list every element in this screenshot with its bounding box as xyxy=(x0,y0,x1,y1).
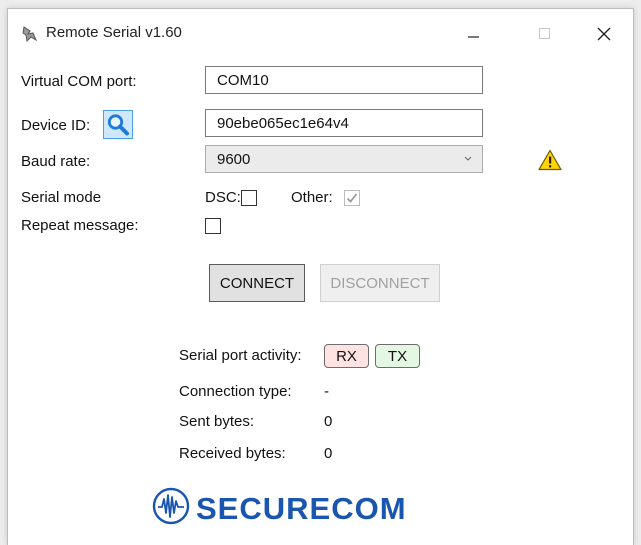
minimize-button[interactable] xyxy=(450,19,496,49)
sent-bytes-label: Sent bytes: xyxy=(179,413,255,430)
device-id-search-button[interactable] xyxy=(103,110,133,139)
maximize-icon xyxy=(539,28,550,39)
other-label: Other: xyxy=(291,189,333,206)
repeat-message-label: Repeat message: xyxy=(21,217,139,234)
rx-indicator: RX xyxy=(324,344,369,368)
search-icon xyxy=(107,114,129,136)
serial-mode-label: Serial mode xyxy=(21,189,102,206)
dsc-label: DSC: xyxy=(205,189,241,206)
close-icon xyxy=(597,27,611,41)
baud-rate-label: Baud rate: xyxy=(21,153,91,170)
received-bytes-label: Received bytes: xyxy=(179,445,286,462)
tx-indicator: TX xyxy=(375,344,420,368)
dsc-checkbox[interactable] xyxy=(241,190,257,206)
warning-icon xyxy=(538,149,562,171)
sent-bytes-value: 0 xyxy=(324,413,333,430)
connect-button[interactable]: CONNECT xyxy=(209,264,305,302)
close-button[interactable] xyxy=(581,19,627,49)
logo-text: SECURECOM xyxy=(196,491,407,526)
disconnect-button[interactable]: DISCONNECT xyxy=(320,264,440,302)
connection-type-value: - xyxy=(324,383,329,400)
securecom-logo: SECURECOM xyxy=(152,487,407,526)
app-window: Remote Serial v1.60 Virtual COM port: De… xyxy=(7,8,634,545)
virtual-com-port-label: Virtual COM port: xyxy=(21,73,137,90)
chevron-down-icon xyxy=(464,156,472,161)
baud-rate-value: 9600 xyxy=(217,151,251,168)
device-id-label: Device ID: xyxy=(21,117,91,134)
baud-rate-select[interactable]: 9600 xyxy=(205,145,483,173)
title-bar[interactable]: Remote Serial v1.60 xyxy=(8,9,633,59)
checkmark-icon xyxy=(346,193,358,203)
virtual-com-port-input[interactable] xyxy=(205,66,483,94)
repeat-message-checkbox[interactable] xyxy=(205,218,221,234)
connection-type-label: Connection type: xyxy=(179,383,292,400)
received-bytes-value: 0 xyxy=(324,445,333,462)
other-checkbox[interactable] xyxy=(344,190,360,206)
maximize-button[interactable] xyxy=(522,19,568,49)
minimize-icon xyxy=(468,36,479,38)
serial-port-activity-label: Serial port activity: xyxy=(179,347,302,364)
device-id-input[interactable] xyxy=(205,109,483,137)
app-icon xyxy=(22,26,38,43)
window-title: Remote Serial v1.60 xyxy=(46,24,182,41)
